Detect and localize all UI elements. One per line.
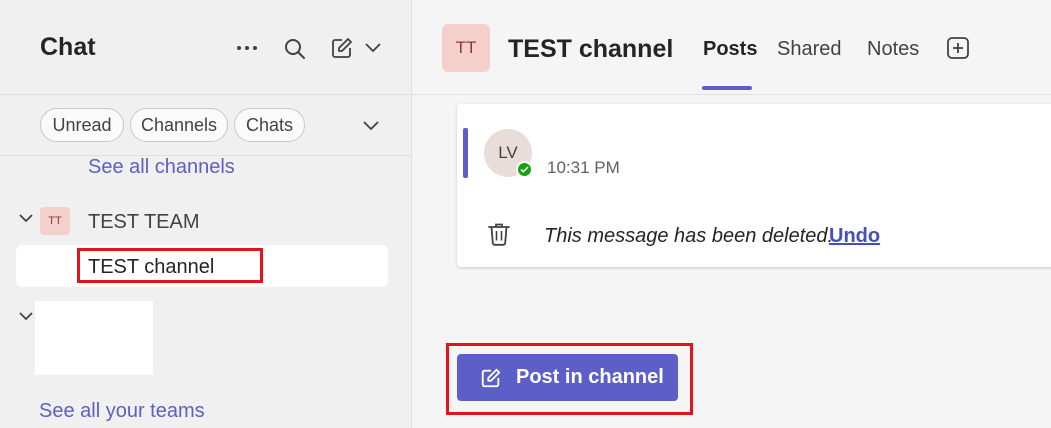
compose-icon[interactable]	[329, 35, 355, 61]
search-icon[interactable]	[282, 36, 308, 62]
channel-avatar: TT	[442, 24, 490, 72]
deleted-message-text: This message has been deleted.	[544, 225, 834, 247]
team-collapse-icon[interactable]	[19, 210, 33, 226]
message-accent-bar	[463, 128, 468, 178]
add-tab-icon[interactable]	[946, 36, 970, 60]
see-all-channels-link[interactable]: See all channels	[88, 156, 235, 179]
active-tab-indicator	[702, 86, 752, 90]
see-all-teams-link[interactable]: See all your teams	[39, 400, 205, 423]
second-team-collapse-icon[interactable]	[19, 308, 33, 324]
tab-shared[interactable]: Shared	[777, 38, 842, 61]
team-avatar: TT	[40, 207, 70, 235]
filter-expand-icon[interactable]	[363, 118, 383, 134]
more-options-icon[interactable]	[234, 36, 260, 60]
channel-highlight-box	[77, 248, 263, 283]
channel-title: TEST channel	[508, 35, 674, 63]
undo-link[interactable]: Undo	[829, 225, 880, 248]
redacted-area	[35, 301, 153, 375]
post-button-highlight-box	[446, 343, 693, 415]
chevron-down-icon[interactable]	[362, 38, 384, 58]
presence-available-icon	[516, 161, 533, 178]
message-timestamp: 10:31 PM	[547, 158, 620, 177]
tab-notes[interactable]: Notes	[867, 38, 919, 61]
tab-posts[interactable]: Posts	[703, 38, 757, 61]
filter-channels[interactable]: Channels	[130, 108, 228, 142]
team-name[interactable]: TEST TEAM	[88, 211, 200, 234]
filter-unread[interactable]: Unread	[40, 108, 124, 142]
chat-title: Chat	[40, 33, 96, 61]
filter-chats[interactable]: Chats	[234, 108, 305, 142]
trash-icon	[486, 221, 512, 247]
